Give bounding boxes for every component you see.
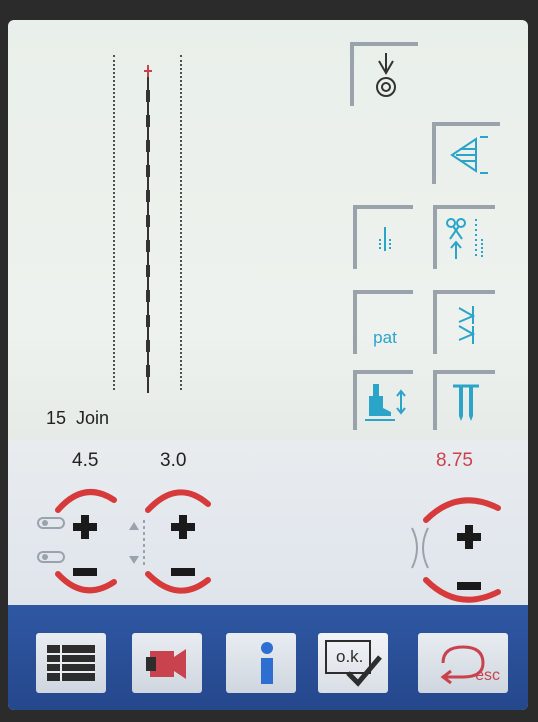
plus-icon <box>171 515 195 539</box>
video-tutorial-icon <box>146 649 186 679</box>
pattern-number: 15 <box>46 408 67 428</box>
minus-icon <box>171 568 195 576</box>
mirror-image-icon <box>450 136 488 174</box>
stitch-pattern-preview <box>144 65 152 393</box>
pattern-extension-label: pat <box>373 328 397 347</box>
width-slider-icon <box>37 517 65 563</box>
info-icon <box>261 642 273 684</box>
stitch-width-value: 4.5 <box>72 450 99 471</box>
left-guide-line <box>113 55 115 390</box>
ok-label: o.k. <box>336 647 364 666</box>
bottom-taskbar: o.k. esc <box>8 605 528 710</box>
thread-tension-value: 8.75 <box>436 450 473 471</box>
minus-icon <box>73 568 97 576</box>
needle-position-icon <box>453 384 479 421</box>
menu-list-icon <box>47 645 95 681</box>
needle-stop-icon <box>376 53 396 97</box>
triple-stitch-icon <box>458 306 476 344</box>
tutorial-button[interactable] <box>132 633 202 693</box>
stitch-width-minus-button[interactable] <box>68 562 102 582</box>
thread-cut-icon <box>446 218 483 259</box>
pattern-extension-button[interactable]: pat <box>353 290 413 354</box>
needle-stop-button[interactable] <box>350 42 418 106</box>
triple-stitch-button[interactable] <box>433 290 495 354</box>
device-bezel: 15 Join pat 4.5 3.0 8.75 o.k. esc <box>0 0 538 722</box>
plus-icon <box>457 525 481 549</box>
thread-tension-plus-button[interactable] <box>452 520 486 554</box>
menu-button[interactable] <box>36 633 106 693</box>
touch-screen: 15 Join pat 4.5 3.0 8.75 o.k. esc <box>8 20 528 710</box>
right-guide-line <box>180 55 182 390</box>
stitch-length-plus-button[interactable] <box>166 510 200 544</box>
length-slider-icon <box>129 520 145 566</box>
stitch-length-minus-button[interactable] <box>166 562 200 582</box>
presser-foot-pressure-icon <box>365 384 406 421</box>
stitch-width-plus-button[interactable] <box>68 510 102 544</box>
securing-stitch-icon <box>379 227 391 251</box>
plus-icon <box>73 515 97 539</box>
tension-icon <box>411 527 429 569</box>
securing-stitch-button[interactable] <box>353 205 413 269</box>
presser-foot-pressure-button[interactable] <box>353 370 413 430</box>
pattern-label: 15 Join <box>46 408 119 429</box>
pattern-name: Join <box>76 408 110 428</box>
needle-position-button[interactable] <box>433 370 495 430</box>
stitch-settings-panel: 4.5 3.0 8.75 <box>8 440 528 620</box>
minus-icon <box>457 582 481 590</box>
stitch-length-value: 3.0 <box>160 450 187 471</box>
thread-tension-minus-button[interactable] <box>452 576 486 596</box>
info-button[interactable] <box>226 633 296 693</box>
esc-label: esc <box>475 667 500 684</box>
ok-button[interactable]: o.k. <box>318 633 388 693</box>
thread-cut-button[interactable] <box>433 205 495 269</box>
esc-button[interactable]: esc <box>418 633 508 693</box>
mirror-image-button[interactable] <box>432 122 500 184</box>
